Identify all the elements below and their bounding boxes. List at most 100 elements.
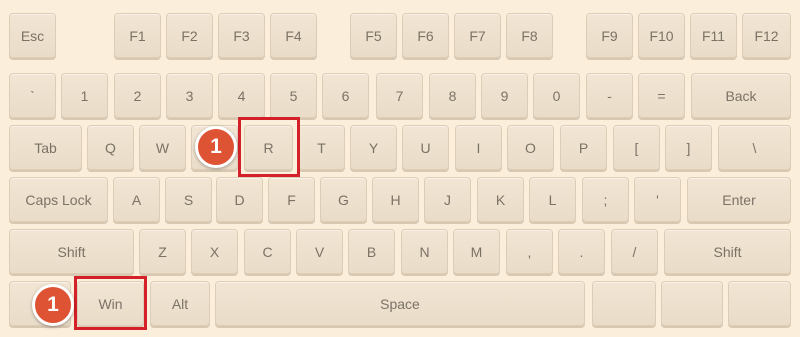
key-j[interactable]: J	[424, 177, 471, 222]
key-2[interactable]: 2	[114, 73, 161, 118]
key-backslash[interactable]: \	[718, 125, 791, 170]
key-i[interactable]: I	[455, 125, 502, 170]
key-9[interactable]: 9	[481, 73, 528, 118]
key-n[interactable]: N	[401, 229, 448, 274]
key-g[interactable]: G	[320, 177, 367, 222]
key-f2[interactable]: F2	[166, 13, 213, 58]
key-quote-label: '	[656, 191, 659, 208]
key-u[interactable]: U	[402, 125, 449, 170]
key-f1[interactable]: F1	[114, 13, 161, 58]
key-backtick[interactable]: `	[9, 73, 56, 118]
key-q[interactable]: Q	[87, 125, 134, 170]
key-alt-right[interactable]	[592, 281, 656, 326]
step-badge-r: 1	[195, 126, 237, 168]
key-l[interactable]: L	[529, 177, 576, 222]
key-right-bracket[interactable]: ]	[665, 125, 712, 170]
key-k[interactable]: K	[477, 177, 524, 222]
key-c-label: C	[262, 243, 273, 260]
key-tab[interactable]: Tab	[9, 125, 82, 170]
key-r[interactable]: R	[244, 125, 293, 170]
key-f11[interactable]: F11	[690, 13, 737, 58]
key-h-label: H	[390, 191, 401, 208]
step-badge-win: 1	[32, 284, 74, 326]
key-m[interactable]: M	[453, 229, 500, 274]
key-backspace-label: Back	[725, 87, 757, 104]
key-f3-label: F3	[233, 27, 250, 44]
key-menu[interactable]	[661, 281, 723, 326]
key-h[interactable]: H	[372, 177, 419, 222]
key-semicolon-label: ;	[603, 191, 608, 208]
key-f10[interactable]: F10	[638, 13, 685, 58]
key-7[interactable]: 7	[376, 73, 423, 118]
key-i-label: I	[476, 139, 481, 156]
key-2-label: 2	[133, 87, 142, 104]
key-a-label: A	[131, 191, 142, 208]
key-shift-left-label: Shift	[57, 243, 86, 260]
key-d[interactable]: D	[216, 177, 263, 222]
key-minus[interactable]: -	[586, 73, 633, 118]
key-4[interactable]: 4	[218, 73, 265, 118]
key-equals-label: =	[657, 87, 666, 104]
key-f8-label: F8	[521, 27, 538, 44]
key-b[interactable]: B	[348, 229, 395, 274]
key-shift-left[interactable]: Shift	[9, 229, 134, 274]
key-g-label: G	[338, 191, 349, 208]
key-3[interactable]: 3	[166, 73, 213, 118]
key-backspace[interactable]: Back	[691, 73, 791, 118]
key-o[interactable]: O	[507, 125, 554, 170]
key-f7[interactable]: F7	[454, 13, 501, 58]
key-p[interactable]: P	[560, 125, 607, 170]
key-f7-label: F7	[469, 27, 486, 44]
key-8[interactable]: 8	[429, 73, 476, 118]
key-n-label: N	[419, 243, 430, 260]
key-j-label: J	[444, 191, 451, 208]
key-enter[interactable]: Enter	[687, 177, 791, 222]
key-y[interactable]: Y	[350, 125, 397, 170]
key-f3[interactable]: F3	[218, 13, 265, 58]
key-s[interactable]: S	[165, 177, 212, 222]
key-w[interactable]: W	[139, 125, 186, 170]
key-m-label: M	[470, 243, 483, 260]
step-badge-r-number: 1	[210, 135, 222, 158]
key-equals[interactable]: =	[638, 73, 685, 118]
key-f4[interactable]: F4	[270, 13, 317, 58]
key-win[interactable]: Win	[77, 281, 144, 326]
key-semicolon[interactable]: ;	[582, 177, 629, 222]
key-comma[interactable]: ,	[506, 229, 553, 274]
key-f4-label: F4	[285, 27, 302, 44]
key-z[interactable]: Z	[139, 229, 186, 274]
key-f12[interactable]: F12	[742, 13, 791, 58]
key-minus-label: -	[607, 87, 612, 104]
key-f-label: F	[287, 191, 296, 208]
key-shift-right[interactable]: Shift	[664, 229, 791, 274]
key-caps-lock[interactable]: Caps Lock	[9, 177, 108, 222]
key-a[interactable]: A	[113, 177, 160, 222]
key-left-bracket[interactable]: [	[613, 125, 660, 170]
key-f9[interactable]: F9	[586, 13, 633, 58]
step-badge-win-number: 1	[47, 293, 59, 316]
key-f6[interactable]: F6	[402, 13, 449, 58]
key-v[interactable]: V	[296, 229, 343, 274]
key-x[interactable]: X	[191, 229, 238, 274]
key-t-label: T	[317, 139, 326, 156]
key-5[interactable]: 5	[270, 73, 317, 118]
key-6[interactable]: 6	[322, 73, 369, 118]
key-c[interactable]: C	[244, 229, 291, 274]
key-period[interactable]: .	[558, 229, 605, 274]
key-ctrl-right[interactable]	[728, 281, 791, 326]
key-f8[interactable]: F8	[506, 13, 553, 58]
key-t[interactable]: T	[298, 125, 345, 170]
key-alt[interactable]: Alt	[150, 281, 210, 326]
key-9-label: 9	[500, 87, 509, 104]
key-slash[interactable]: /	[611, 229, 658, 274]
key-left-bracket-label: [	[634, 139, 639, 156]
key-quote[interactable]: '	[634, 177, 681, 222]
key-esc[interactable]: Esc	[9, 13, 56, 58]
key-0[interactable]: 0	[533, 73, 580, 118]
key-space[interactable]: Space	[215, 281, 585, 326]
key-esc-label: Esc	[20, 27, 45, 44]
key-slash-label: /	[632, 243, 637, 260]
key-f[interactable]: F	[268, 177, 315, 222]
key-1[interactable]: 1	[61, 73, 108, 118]
key-f5[interactable]: F5	[350, 13, 397, 58]
